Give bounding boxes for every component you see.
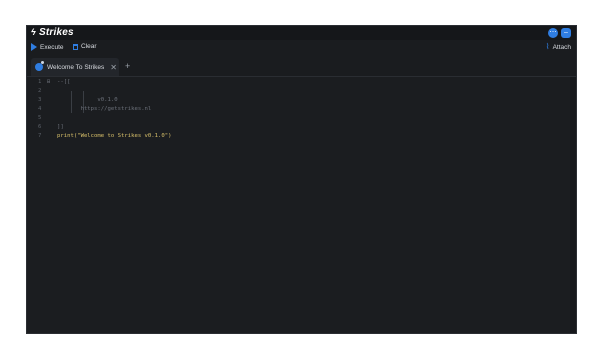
paperclip-icon: ⌇: [545, 42, 550, 51]
tab-bar: Welcome To Strikes ✕ +: [27, 56, 576, 76]
clear-label: Clear: [81, 43, 97, 50]
code-editor[interactable]: 1 ⊟ --[[ 2 3 v0.1.0 4 https://getstrikes…: [27, 76, 576, 333]
play-icon: [31, 43, 37, 51]
tab-label: Welcome To Strikes: [47, 63, 105, 71]
execute-label: Execute: [40, 43, 64, 51]
bolt-icon: ϟ: [31, 27, 36, 37]
line-number: 6: [38, 124, 42, 130]
line-number: 4: [38, 106, 42, 112]
close-icon[interactable]: ✕: [110, 63, 117, 72]
line-text: https://getstrikes.nl: [57, 106, 152, 112]
line-text: ]]: [57, 124, 64, 130]
line-number: 1: [38, 79, 42, 85]
clear-button[interactable]: Clear: [73, 43, 97, 50]
line-number: 2: [38, 88, 42, 94]
line-number: 3: [38, 97, 42, 103]
options-button[interactable]: ⋯: [548, 28, 558, 38]
app-title-text: Strikes: [38, 27, 74, 38]
attach-button[interactable]: ⌇ Attach: [546, 43, 571, 51]
trash-icon: [73, 43, 78, 50]
tab-welcome[interactable]: Welcome To Strikes ✕: [31, 58, 119, 76]
minimize-button[interactable]: –: [561, 28, 571, 38]
toolbar: Execute Clear ⌇ Attach: [27, 40, 576, 56]
fold-icon[interactable]: ⊟: [47, 78, 50, 87]
app-window: ϟ Strikes ⋯ – Execute Clear ⌇ Attach Welc…: [26, 25, 577, 334]
line-text: v0.1.0: [57, 97, 118, 103]
title-bar: ϟ Strikes ⋯ –: [27, 26, 576, 40]
line-text: print("Welcome to Strikes v0.1.0"): [57, 133, 172, 139]
script-icon: [35, 61, 44, 71]
editor-scrollbar[interactable]: [570, 77, 576, 333]
line-number: 5: [38, 115, 42, 121]
attach-label: Attach: [552, 43, 571, 51]
add-tab-button[interactable]: +: [125, 61, 130, 71]
app-title: ϟ Strikes: [31, 27, 74, 38]
line-number: 7: [38, 133, 42, 139]
line-text: --[[: [57, 79, 71, 85]
execute-button[interactable]: Execute: [31, 43, 64, 51]
